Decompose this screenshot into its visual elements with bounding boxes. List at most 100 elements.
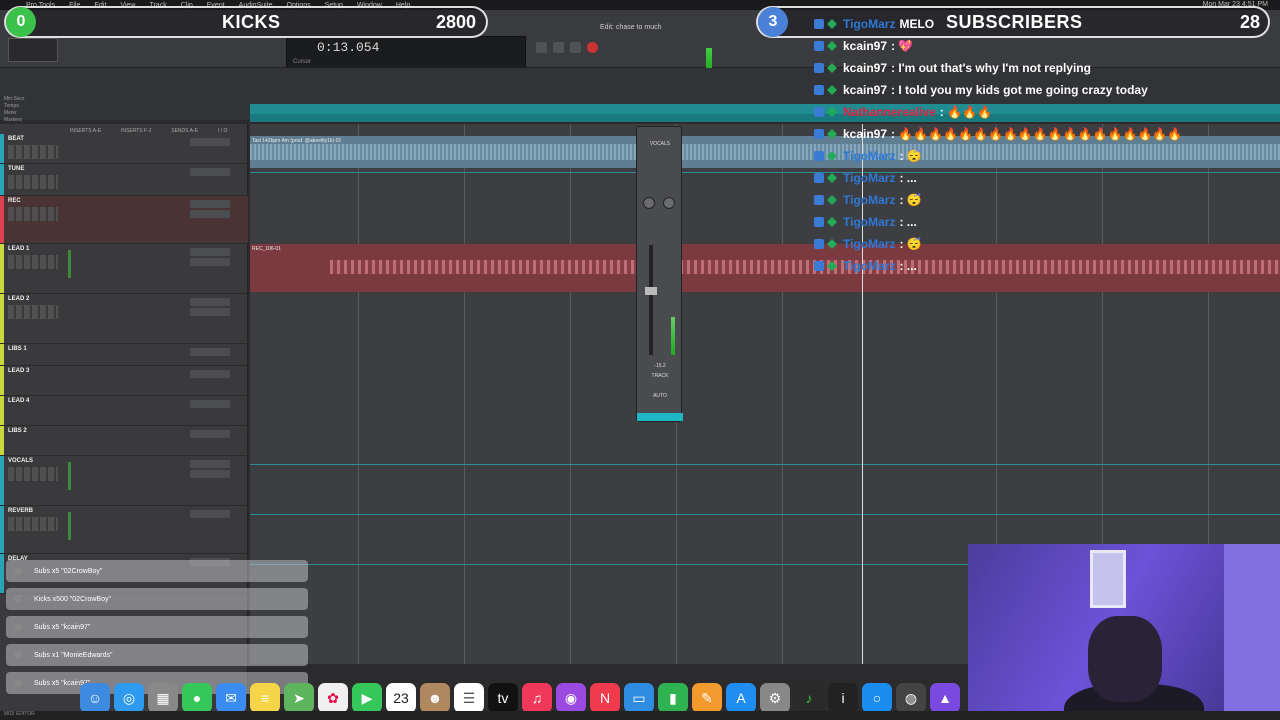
chat-message: TigoMarz: 😴 xyxy=(814,147,922,165)
systemprefs-icon[interactable]: ⚙ xyxy=(760,683,790,713)
alert-item: Subs x5 "02CrowBoy" xyxy=(6,560,308,582)
track-io-slot[interactable] xyxy=(190,200,230,208)
twitch-icon xyxy=(814,195,824,205)
reminders-icon[interactable]: ☰ xyxy=(454,683,484,713)
track-row[interactable]: LEAD 2 xyxy=(0,294,248,344)
track-send-slot[interactable] xyxy=(190,258,230,266)
track-io-slot[interactable] xyxy=(190,370,230,378)
stop-button[interactable] xyxy=(553,42,564,53)
track-io-slot[interactable] xyxy=(190,298,230,306)
logic-icon[interactable]: ♪ xyxy=(794,683,824,713)
zoom-icon[interactable]: ○ xyxy=(862,683,892,713)
track-name[interactable]: LIBS 2 xyxy=(8,428,27,434)
rewind-button[interactable] xyxy=(536,42,547,53)
appstore-icon[interactable]: A xyxy=(726,683,756,713)
maps-icon[interactable]: ➤ xyxy=(284,683,314,713)
chat-text: ... xyxy=(906,215,917,229)
track-name[interactable]: BEAT xyxy=(8,136,24,142)
safari-icon[interactable]: ◎ xyxy=(114,683,144,713)
track-buttons[interactable] xyxy=(8,255,58,269)
track-io-slot[interactable] xyxy=(190,168,230,176)
track-io-slot[interactable] xyxy=(190,400,230,408)
track-name[interactable]: TUNE xyxy=(8,166,24,172)
finder-icon[interactable]: ☺ xyxy=(80,683,110,713)
track-row[interactable]: BEAT xyxy=(0,134,248,164)
track-row[interactable]: REC xyxy=(0,196,248,244)
track-color xyxy=(0,164,4,195)
protools-icon[interactable]: ◍ xyxy=(896,683,926,713)
play-button[interactable] xyxy=(570,42,581,53)
track-row[interactable]: LIBS 1 xyxy=(0,344,248,366)
chat-text: ... xyxy=(906,259,917,273)
track-name[interactable]: LIBS 1 xyxy=(8,346,27,352)
tv-icon[interactable]: tv xyxy=(488,683,518,713)
floating-channel-strip[interactable]: VOCALS -15.2 TRACK AUTO xyxy=(636,126,683,422)
edit-mode-selector[interactable] xyxy=(8,38,58,62)
pages-icon[interactable]: ✎ xyxy=(692,683,722,713)
chat-user: kcain97 xyxy=(843,127,888,141)
track-buttons[interactable] xyxy=(8,517,58,531)
messages-icon[interactable]: ● xyxy=(182,683,212,713)
pan-knob-right[interactable] xyxy=(663,197,675,209)
track-buttons[interactable] xyxy=(8,207,58,221)
track-name[interactable]: LEAD 1 xyxy=(8,246,29,252)
meter-ruler-bar[interactable] xyxy=(250,114,1280,122)
track-name[interactable]: REVERB xyxy=(8,508,33,514)
volume-fader[interactable] xyxy=(645,287,657,295)
track-row[interactable]: LIBS 2 xyxy=(0,426,248,456)
strip-auto-label[interactable]: AUTO xyxy=(637,393,683,399)
track-io-slot[interactable] xyxy=(190,138,230,146)
ilok-icon[interactable]: i xyxy=(828,683,858,713)
notes-icon[interactable]: ≡ xyxy=(250,683,280,713)
track-send-slot[interactable] xyxy=(190,308,230,316)
mail-icon[interactable]: ✉ xyxy=(216,683,246,713)
tempo-ruler-bar[interactable] xyxy=(250,104,1280,114)
track-buttons[interactable] xyxy=(8,305,58,319)
track-io-slot[interactable] xyxy=(190,430,230,438)
track-name[interactable]: LEAD 2 xyxy=(8,296,29,302)
track-row[interactable]: LEAD 1 xyxy=(0,244,248,294)
track-color xyxy=(0,426,4,455)
track-send-slot[interactable] xyxy=(190,210,230,218)
avid-icon[interactable]: ▲ xyxy=(930,683,960,713)
ruler-names: Min:Secs Tempo Meter Markers xyxy=(4,96,25,124)
main-counter[interactable]: 0:13.054 Cursor xyxy=(286,36,526,70)
numbers-icon[interactable]: ▮ xyxy=(658,683,688,713)
track-name[interactable]: REC xyxy=(8,198,21,204)
podcasts-icon[interactable]: ◉ xyxy=(556,683,586,713)
track-buttons[interactable] xyxy=(8,467,58,481)
facetime-icon[interactable]: ▶ xyxy=(352,683,382,713)
launchpad-icon[interactable]: ▦ xyxy=(148,683,178,713)
keynote-icon[interactable]: ▭ xyxy=(624,683,654,713)
track-send-slot[interactable] xyxy=(190,470,230,478)
chat-text: 💖 xyxy=(898,39,914,53)
track-io-slot[interactable] xyxy=(190,248,230,256)
photos-icon[interactable]: ✿ xyxy=(318,683,348,713)
track-row[interactable]: LEAD 3 xyxy=(0,366,248,396)
news-icon[interactable]: N xyxy=(590,683,620,713)
strip-meter xyxy=(671,317,675,355)
chat-user: TigoMarz xyxy=(843,149,896,163)
music-icon[interactable]: ♫ xyxy=(522,683,552,713)
track-io-slot[interactable] xyxy=(190,348,230,356)
chat-message: kcain97: I told you my kids got me going… xyxy=(814,81,1148,99)
track-buttons[interactable] xyxy=(8,175,58,189)
record-button[interactable] xyxy=(587,42,598,53)
track-row[interactable]: REVERB xyxy=(0,506,248,554)
track-name[interactable]: LEAD 4 xyxy=(8,398,29,404)
pan-knob-left[interactable] xyxy=(643,197,655,209)
contacts-icon[interactable]: ☻ xyxy=(420,683,450,713)
track-row[interactable]: TUNE xyxy=(0,164,248,196)
track-io-slot[interactable] xyxy=(190,510,230,518)
strip-volume[interactable]: -15.2 xyxy=(637,363,683,369)
chat-text: 🔥🔥🔥🔥🔥🔥🔥🔥🔥🔥🔥🔥🔥🔥🔥🔥🔥🔥🔥 xyxy=(898,127,1183,141)
track-name[interactable]: LEAD 3 xyxy=(8,368,29,374)
chat-message: TigoMarz: 😴 xyxy=(814,235,922,253)
track-row[interactable]: VOCALS xyxy=(0,456,248,506)
track-row[interactable]: LEAD 4 xyxy=(0,396,248,426)
rec-clip[interactable]: REC_106-01 xyxy=(250,244,1280,292)
track-name[interactable]: VOCALS xyxy=(8,458,33,464)
track-buttons[interactable] xyxy=(8,145,58,159)
calendar-icon[interactable]: 23 xyxy=(386,683,416,713)
track-io-slot[interactable] xyxy=(190,460,230,468)
